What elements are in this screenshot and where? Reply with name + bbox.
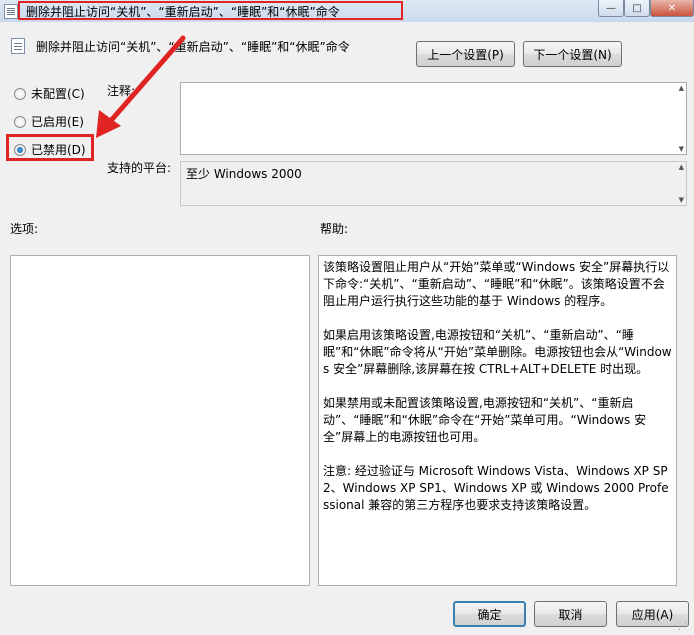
radio-not-configured[interactable]: 未配置(C) bbox=[14, 85, 85, 102]
help-paragraph: 该策略设置阻止用户从“开始”菜单或“Windows 安全”屏幕执行以下命令:“关… bbox=[323, 260, 670, 308]
cancel-button[interactable]: 取消 bbox=[534, 601, 607, 627]
radio-button[interactable] bbox=[14, 87, 26, 100]
scroll-up-arrow-icon[interactable]: ▲ bbox=[679, 163, 684, 171]
options-label: 选项: bbox=[10, 222, 39, 236]
resize-grip-icon[interactable]: ⋰ bbox=[678, 622, 690, 632]
scroll-up-arrow-icon[interactable]: ▲ bbox=[679, 84, 684, 92]
help-scrollbar[interactable] bbox=[677, 255, 689, 586]
policy-document-icon bbox=[11, 38, 25, 54]
comment-textarea[interactable]: ▲ ▼ bbox=[180, 82, 687, 155]
radio-button[interactable] bbox=[14, 115, 26, 128]
scroll-down-arrow-icon[interactable]: ▼ bbox=[679, 145, 684, 153]
ok-button[interactable]: 确定 bbox=[453, 601, 526, 627]
comment-label: 注释: bbox=[107, 84, 136, 98]
maximize-button[interactable]: □ bbox=[624, 0, 650, 17]
next-setting-button[interactable]: 下一个设置(N) bbox=[523, 41, 622, 67]
platform-field: 至少 Windows 2000 ▲ ▼ bbox=[180, 161, 687, 206]
previous-setting-button[interactable]: 上一个设置(P) bbox=[416, 41, 515, 67]
title-annotation-box bbox=[18, 1, 403, 20]
scroll-down-arrow-icon[interactable]: ▼ bbox=[679, 196, 684, 204]
disabled-annotation-box bbox=[6, 134, 94, 161]
help-paragraph: 如果启用该策略设置,电源按钮和“关机”、“重新启动”、“睡眠”和“休眠”命令将从… bbox=[323, 328, 672, 376]
close-button[interactable]: ✕ bbox=[650, 0, 694, 17]
minimize-button[interactable]: — bbox=[598, 0, 624, 17]
radio-enabled[interactable]: 已启用(E) bbox=[14, 113, 84, 130]
help-paragraph: 注意: 经过验证与 Microsoft Windows Vista、Window… bbox=[323, 464, 669, 512]
options-panel bbox=[10, 255, 310, 586]
radio-label: 未配置(C) bbox=[31, 87, 85, 101]
help-label: 帮助: bbox=[320, 222, 349, 236]
window-policy-icon bbox=[4, 4, 18, 19]
radio-label: 已启用(E) bbox=[31, 115, 84, 129]
help-paragraph: 如果禁用或未配置该策略设置,电源按钮和“关机”、“重新启动”、“睡眠”和“休眠”… bbox=[323, 396, 647, 444]
platform-label: 支持的平台: bbox=[107, 161, 172, 175]
help-text-panel[interactable]: 该策略设置阻止用户从“开始”菜单或“Windows 安全”屏幕执行以下命令:“关… bbox=[318, 255, 677, 586]
platform-value: 至少 Windows 2000 bbox=[186, 167, 302, 181]
policy-heading: 删除并阻止访问“关机”、“重新启动”、“睡眠”和“休眠”命令 bbox=[36, 40, 350, 54]
